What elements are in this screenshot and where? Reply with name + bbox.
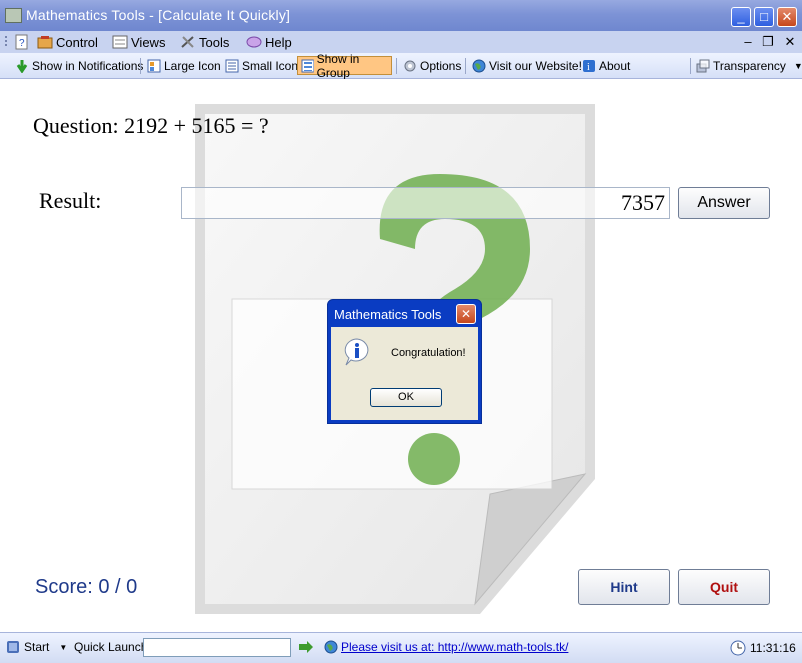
toolbar-separator	[396, 58, 397, 74]
clock-icon	[730, 640, 746, 656]
quick-launch-label: Quick Launch	[74, 640, 148, 654]
status-bar: Start ▼ Quick Launch Please visit us at:…	[0, 632, 802, 663]
show-in-notifications-label: Show in Notifications	[32, 58, 144, 73]
globe-icon	[472, 59, 486, 72]
start-icon	[7, 641, 19, 653]
about-label: About	[599, 58, 631, 73]
help-icon	[246, 36, 262, 48]
menu-help[interactable]: Help	[246, 34, 292, 50]
options-button[interactable]: Options	[400, 56, 464, 75]
website-link-label: Please visit us at: http://www.math-tool…	[341, 640, 569, 654]
hint-button[interactable]: Hint	[578, 569, 670, 605]
quit-button[interactable]: Quit	[678, 569, 770, 605]
start-chevron-down-icon: ▼	[59, 642, 68, 652]
dialog-close-button[interactable]: ✕	[456, 304, 476, 324]
visit-website-button[interactable]: Visit our Website!	[469, 56, 585, 75]
about-info-icon: i	[583, 59, 595, 73]
globe-icon	[324, 640, 338, 654]
options-label: Options	[420, 58, 462, 73]
menu-tools-label: Tools	[199, 34, 230, 50]
mdi-close-button[interactable]: ✕	[783, 34, 797, 50]
toolbar-separator	[140, 58, 141, 74]
menu-tools[interactable]: Tools	[180, 34, 229, 50]
transparency-icon	[696, 59, 710, 72]
website-link[interactable]: Please visit us at: http://www.math-tool…	[324, 640, 568, 654]
toolbar-separator	[465, 58, 466, 74]
go-arrow-icon[interactable]	[298, 640, 314, 654]
svg-text:?: ?	[19, 38, 25, 49]
window-title: Mathematics Tools - [Calculate It Quickl…	[26, 7, 291, 23]
close-button[interactable]: ✕	[777, 7, 797, 27]
clock: 11:31:16	[730, 640, 796, 656]
app-icon	[5, 8, 22, 23]
views-icon	[112, 35, 128, 49]
small-icon-view-icon	[225, 59, 239, 72]
chevron-down-icon: ▼	[793, 60, 802, 71]
answer-button[interactable]: Answer	[678, 187, 770, 219]
group-view-icon	[301, 59, 314, 72]
large-icon-button[interactable]: Large Icon	[144, 56, 224, 75]
transparency-label: Transparency	[713, 58, 786, 73]
dialog-body: Congratulation! OK	[331, 327, 478, 420]
small-icon-button[interactable]: Small Icon	[222, 56, 301, 75]
toolbar-separator	[690, 58, 691, 74]
question-text: Question: 2192 + 5165 = ?	[33, 113, 269, 139]
options-gear-icon	[404, 60, 416, 71]
dialog-message: Congratulation!	[391, 347, 466, 359]
show-in-group-label: Show in Group	[316, 51, 360, 80]
minimize-button[interactable]: _	[731, 7, 751, 27]
result-input[interactable]: 7357	[181, 187, 670, 219]
large-icon-view-icon	[147, 59, 161, 72]
about-button[interactable]: i About	[579, 56, 633, 75]
ok-button[interactable]: OK	[370, 388, 442, 407]
toolbar: Show in Notifications Large Icon Small I…	[0, 52, 802, 80]
small-icon-label: Small Icon	[242, 58, 299, 73]
visit-website-label: Visit our Website!	[489, 58, 582, 73]
help-page-icon[interactable]: ?	[14, 34, 30, 50]
quick-launch-input[interactable]	[143, 638, 291, 657]
svg-text:i: i	[587, 62, 590, 73]
score-text: Score: 0 / 0	[35, 576, 138, 598]
clock-time: 11:31:16	[750, 641, 796, 655]
large-icon-label: Large Icon	[164, 58, 221, 73]
menu-views[interactable]: Views	[112, 34, 165, 50]
control-icon	[37, 36, 53, 49]
menu-views-label: Views	[131, 34, 166, 50]
title-bar: Mathematics Tools - [Calculate It Quickl…	[0, 0, 802, 31]
tools-icon	[181, 36, 194, 48]
menu-control[interactable]: Control	[37, 34, 98, 50]
dialog-title: Mathematics Tools	[334, 307, 442, 322]
green-arrow-icon	[16, 59, 28, 73]
menu-help-label: Help	[265, 34, 292, 50]
transparency-dropdown[interactable]: Transparency ▼	[693, 56, 802, 75]
start-button[interactable]: Start ▼	[6, 640, 67, 654]
question-expression: 2192 + 5165 = ?	[124, 113, 269, 138]
maximize-button[interactable]: □	[754, 7, 774, 27]
mdi-restore-button[interactable]: ❐	[761, 34, 775, 50]
mdi-minimize-button[interactable]: –	[741, 34, 755, 49]
message-dialog: Mathematics Tools ✕ Congratulation! OK	[327, 299, 482, 424]
show-in-notifications-button[interactable]: Show in Notifications	[12, 56, 146, 75]
question-label: Question:	[33, 113, 119, 138]
menu-control-label: Control	[56, 34, 98, 50]
start-label: Start	[24, 640, 50, 654]
info-icon	[344, 338, 369, 366]
menu-bar: ? Control Views Tools Help – ❐ ✕	[0, 31, 802, 54]
result-label: Result:	[39, 188, 102, 213]
show-in-group-button[interactable]: Show in Group	[297, 52, 392, 80]
menu-grip-icon	[4, 34, 8, 50]
